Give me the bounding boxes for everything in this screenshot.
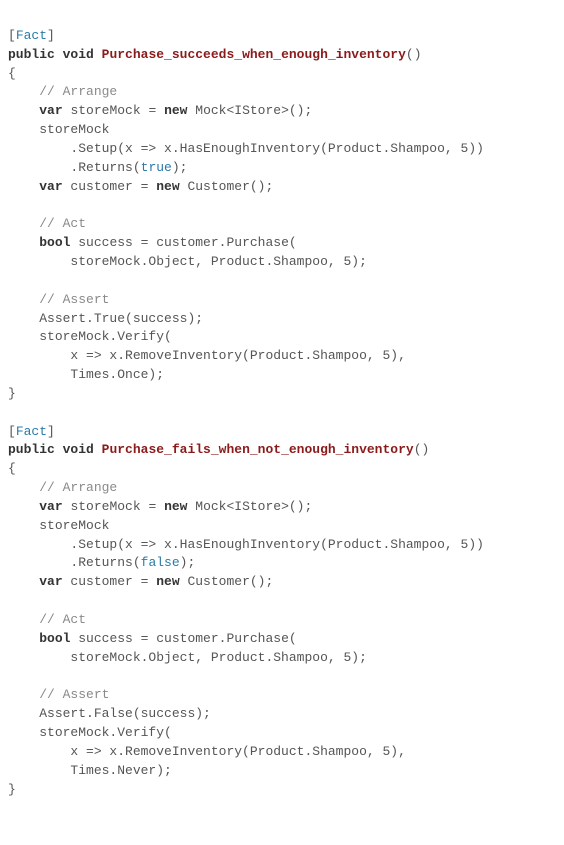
new-kw: new <box>164 499 187 514</box>
bool-kw: bool <box>39 235 70 250</box>
test-method-name: Purchase_succeeds_when_enough_inventory <box>102 47 406 62</box>
mock-type: Mock<IStore>(); <box>187 499 312 514</box>
var-kw: var <box>39 179 62 194</box>
new-kw: new <box>164 103 187 118</box>
act-close: ); <box>351 650 367 665</box>
returns-val: true <box>141 160 172 175</box>
setup-call: .Setup(x => x.HasEnoughInventory(Product… <box>70 537 460 552</box>
act-comment: // Act <box>39 612 86 627</box>
mock-decl: storeMock = <box>70 103 164 118</box>
setup-line: storeMock <box>39 122 109 137</box>
returns-prefix: .Returns( <box>70 160 140 175</box>
test-method-name: Purchase_fails_when_not_enough_inventory <box>102 442 414 457</box>
attribute: Fact <box>16 28 47 43</box>
mock-decl: storeMock = <box>70 499 164 514</box>
returns-suffix: ); <box>180 555 196 570</box>
assert-line: Assert.True(success); <box>39 311 203 326</box>
var-kw: var <box>39 103 62 118</box>
setup-close: )) <box>468 537 484 552</box>
new-kw: new <box>156 574 179 589</box>
verify-line3: Times.Never); <box>70 763 171 778</box>
attribute: Fact <box>16 424 47 439</box>
assert-comment: // Assert <box>39 687 109 702</box>
act-line2: storeMock.Object, Product.Shampoo, <box>70 650 343 665</box>
act-close: ); <box>351 254 367 269</box>
mock-type: Mock<IStore>(); <box>187 103 312 118</box>
arrange-comment: // Arrange <box>39 480 117 495</box>
cust-type: Customer(); <box>180 179 274 194</box>
cust-type: Customer(); <box>180 574 274 589</box>
new-kw: new <box>156 179 179 194</box>
setup-call: .Setup(x => x.HasEnoughInventory(Product… <box>70 141 460 156</box>
verify-line2: x => x.RemoveInventory(Product.Shampoo, <box>70 744 382 759</box>
verify-line1: storeMock.Verify( <box>39 725 172 740</box>
setup-line: storeMock <box>39 518 109 533</box>
act-line1: success = customer.Purchase( <box>70 631 296 646</box>
assert-comment: // Assert <box>39 292 109 307</box>
assert-line: Assert.False(success); <box>39 706 211 721</box>
var-kw: var <box>39 499 62 514</box>
act-line1: success = customer.Purchase( <box>70 235 296 250</box>
verify-line1: storeMock.Verify( <box>39 329 172 344</box>
arrange-comment: // Arrange <box>39 84 117 99</box>
returns-prefix: .Returns( <box>70 555 140 570</box>
verify-close: ), <box>390 348 406 363</box>
act-line2: storeMock.Object, Product.Shampoo, <box>70 254 343 269</box>
cust-decl: customer = <box>63 179 157 194</box>
act-comment: // Act <box>39 216 86 231</box>
modifiers: public void <box>8 47 94 62</box>
verify-line2: x => x.RemoveInventory(Product.Shampoo, <box>70 348 382 363</box>
code-block: [Fact] public void Purchase_succeeds_whe… <box>8 28 484 797</box>
var-kw: var <box>39 574 62 589</box>
bool-kw: bool <box>39 631 70 646</box>
returns-suffix: ); <box>172 160 188 175</box>
returns-val: false <box>141 555 180 570</box>
setup-close: )) <box>468 141 484 156</box>
verify-close: ), <box>390 744 406 759</box>
cust-decl: customer = <box>63 574 157 589</box>
verify-line3: Times.Once); <box>70 367 164 382</box>
modifiers: public void <box>8 442 94 457</box>
